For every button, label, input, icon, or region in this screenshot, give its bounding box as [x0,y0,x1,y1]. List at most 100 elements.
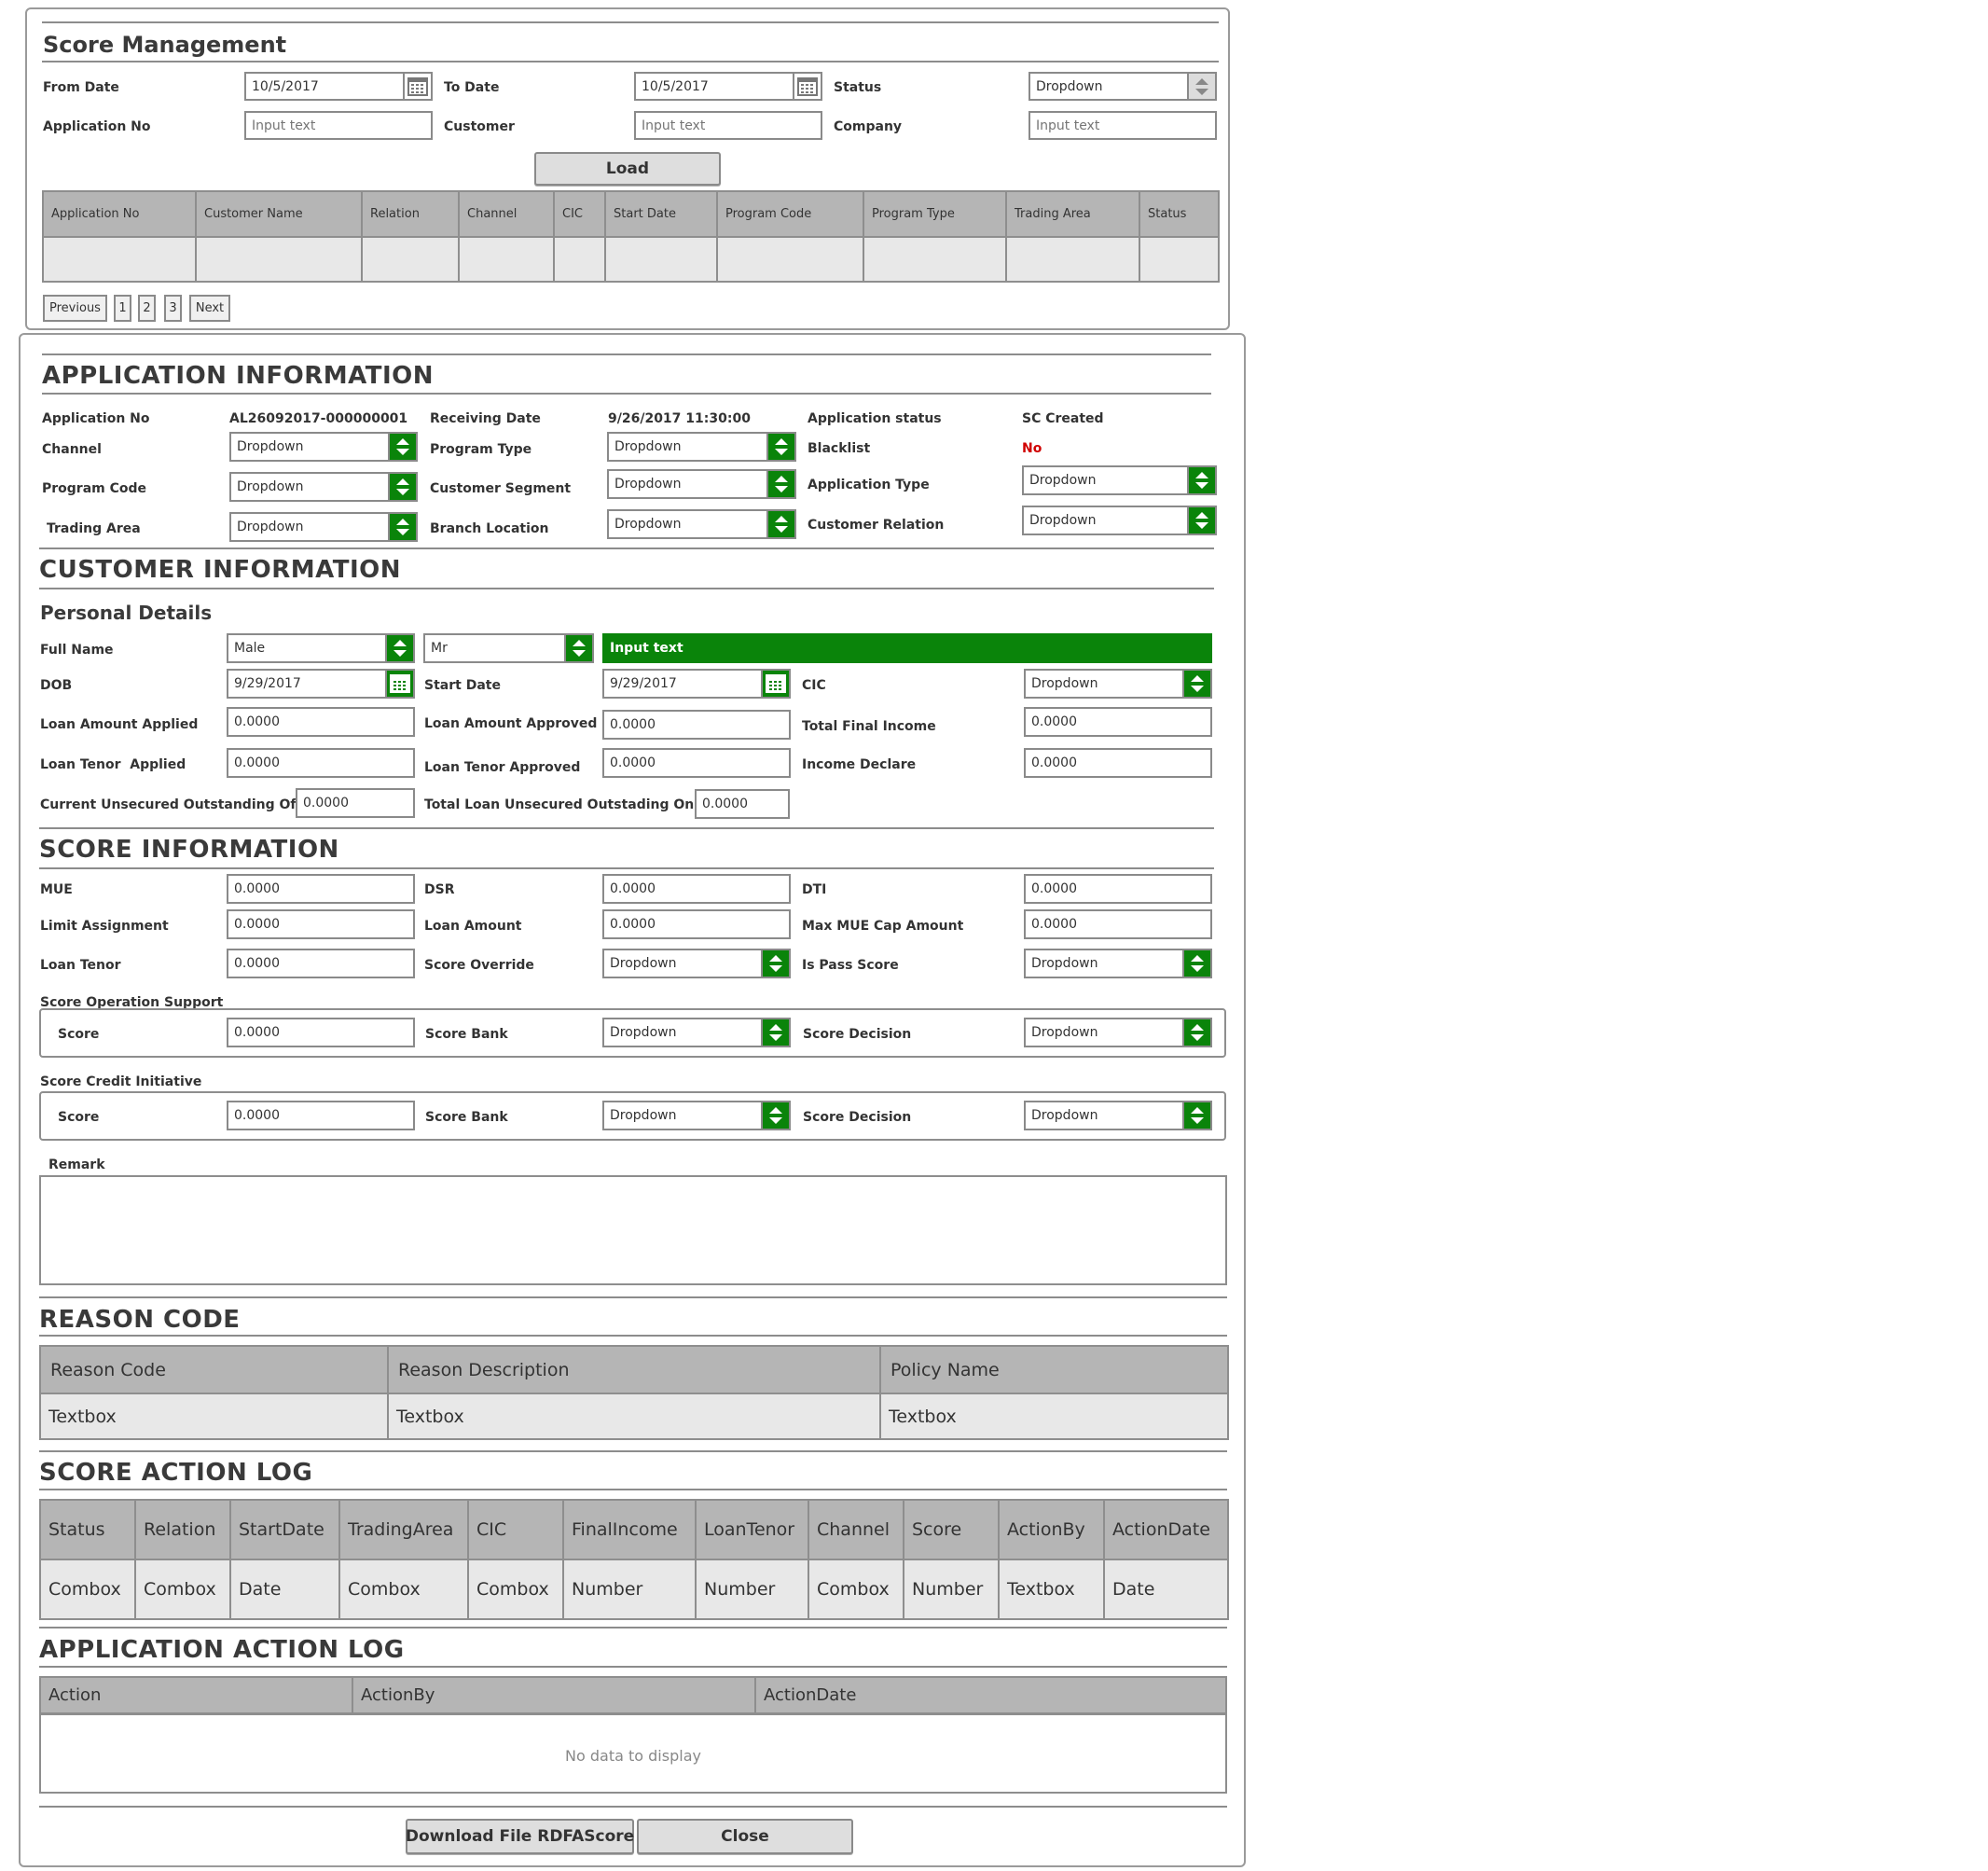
ops-score-input[interactable]: 0.0000 [227,1018,415,1047]
column-header[interactable]: Action [41,1678,353,1712]
column-header[interactable]: ActionDate [1103,1499,1229,1560]
dti-input[interactable]: 0.0000 [1024,874,1212,904]
cic-dropdown[interactable]: Dropdown [1024,669,1212,699]
ci-score-input[interactable]: 0.0000 [227,1101,415,1130]
page-1-button[interactable]: 1 [114,295,131,322]
column-header[interactable]: Trading Area [1005,190,1140,238]
updown-arrow-icon[interactable] [1182,671,1210,697]
column-header[interactable]: ActionBy [998,1499,1105,1560]
page-3-button[interactable]: 3 [164,295,182,322]
column-header[interactable]: Reason Description [387,1345,881,1394]
column-header[interactable]: StartDate [229,1499,340,1560]
ops-score-decision-dropdown[interactable]: Dropdown [1024,1018,1212,1047]
calendar-icon[interactable] [403,74,431,99]
column-header[interactable]: Channel [808,1499,904,1560]
current-unsecured-input[interactable]: 0.0000 [296,788,415,818]
start-date-field[interactable]: 9/29/2017 [602,669,791,699]
limit-assignment-input[interactable]: 0.0000 [227,909,415,939]
is-pass-score-dropdown[interactable]: Dropdown [1024,949,1212,978]
close-button[interactable]: Close [637,1819,853,1854]
column-header[interactable]: TradingArea [338,1499,469,1560]
column-header[interactable]: Program Code [716,190,864,238]
column-header[interactable]: Score [903,1499,1000,1560]
loan-amount-input[interactable]: 0.0000 [602,909,791,939]
updown-arrow-icon[interactable] [1187,467,1215,493]
page-2-button[interactable]: 2 [138,295,156,322]
column-header[interactable]: Channel [458,190,555,238]
loan-tenor-approved-input[interactable]: 0.0000 [602,748,791,778]
column-header[interactable]: Status [1139,190,1220,238]
updown-arrow-icon[interactable] [761,950,789,977]
trading-area-dropdown[interactable]: Dropdown [229,512,418,542]
updown-arrow-icon[interactable] [388,434,416,460]
remark-textarea[interactable] [39,1175,1227,1285]
loan-amount-approved-input[interactable]: 0.0000 [602,710,791,740]
column-header[interactable]: Relation [134,1499,231,1560]
dsr-input[interactable]: 0.0000 [602,874,791,904]
updown-arrow-icon[interactable] [766,511,794,537]
company-input[interactable] [1029,111,1217,140]
updown-arrow-icon[interactable] [1187,74,1215,99]
column-header[interactable]: CIC [467,1499,564,1560]
updown-arrow-icon[interactable] [761,1019,789,1046]
branch-location-dropdown[interactable]: Dropdown [607,509,796,539]
updown-arrow-icon[interactable] [766,471,794,497]
score-override-dropdown[interactable]: Dropdown [602,949,791,978]
column-header[interactable]: Policy Name [879,1345,1229,1394]
updown-arrow-icon[interactable] [761,1102,789,1129]
ci-score-bank-dropdown[interactable]: Dropdown [602,1101,791,1130]
calendar-icon[interactable] [761,671,789,697]
updown-arrow-icon[interactable] [388,514,416,540]
column-header[interactable]: FinalIncome [562,1499,697,1560]
table-row[interactable]: Combox Combox Date Combox Combox Number … [39,1559,1229,1620]
to-date-field[interactable]: 10/5/2017 [634,72,822,101]
column-header[interactable]: Program Type [863,190,1007,238]
loan-tenor-applied-input[interactable]: 0.0000 [227,748,415,778]
total-loan-unsecured-input[interactable]: 0.0000 [695,789,790,819]
from-date-field[interactable]: 10/5/2017 [244,72,433,101]
column-header[interactable]: Reason Code [39,1345,389,1394]
income-declare-input[interactable]: 0.0000 [1024,748,1212,778]
mue-input[interactable]: 0.0000 [227,874,415,904]
column-header[interactable]: ActionBy [353,1678,756,1712]
channel-dropdown[interactable]: Dropdown [229,432,418,462]
previous-page-button[interactable]: Previous [43,295,107,322]
updown-arrow-icon[interactable] [1182,1019,1210,1046]
column-header[interactable]: Status [39,1499,136,1560]
max-mue-input[interactable]: 0.0000 [1024,909,1212,939]
status-dropdown[interactable]: Dropdown [1029,72,1217,101]
column-header[interactable]: ActionDate [756,1678,1225,1712]
calendar-icon[interactable] [793,74,821,99]
loan-amount-applied-input[interactable]: 0.0000 [227,707,415,737]
full-name-input[interactable]: Input text [602,633,1212,663]
updown-arrow-icon[interactable] [564,635,592,661]
customer-relation-dropdown[interactable]: Dropdown [1022,506,1217,535]
ci-score-decision-dropdown[interactable]: Dropdown [1024,1101,1212,1130]
program-code-dropdown[interactable]: Dropdown [229,472,418,502]
calendar-icon[interactable] [385,671,413,697]
column-header[interactable]: Application No [42,190,197,238]
column-header[interactable]: Start Date [604,190,718,238]
table-row[interactable] [42,236,1220,283]
loan-tenor-input[interactable]: 0.0000 [227,949,415,978]
column-header[interactable]: LoanTenor [695,1499,809,1560]
column-header[interactable]: Relation [361,190,460,238]
total-final-income-input[interactable]: 0.0000 [1024,707,1212,737]
column-header[interactable]: Customer Name [195,190,363,238]
program-type-dropdown[interactable]: Dropdown [607,432,796,462]
column-header[interactable]: CIC [553,190,606,238]
updown-arrow-icon[interactable] [1187,507,1215,534]
next-page-button[interactable]: Next [189,295,230,322]
customer-segment-dropdown[interactable]: Dropdown [607,469,796,499]
application-no-input[interactable] [244,111,433,140]
updown-arrow-icon[interactable] [1182,950,1210,977]
table-row[interactable]: Textbox Textbox Textbox [39,1393,1229,1440]
application-type-dropdown[interactable]: Dropdown [1022,465,1217,495]
load-button[interactable]: Load [534,152,721,186]
gender-dropdown[interactable]: Male [227,633,415,663]
download-file-button[interactable]: Download File RDFAScore [406,1819,634,1854]
ops-score-bank-dropdown[interactable]: Dropdown [602,1018,791,1047]
updown-arrow-icon[interactable] [388,474,416,500]
updown-arrow-icon[interactable] [1182,1102,1210,1129]
customer-input[interactable] [634,111,822,140]
